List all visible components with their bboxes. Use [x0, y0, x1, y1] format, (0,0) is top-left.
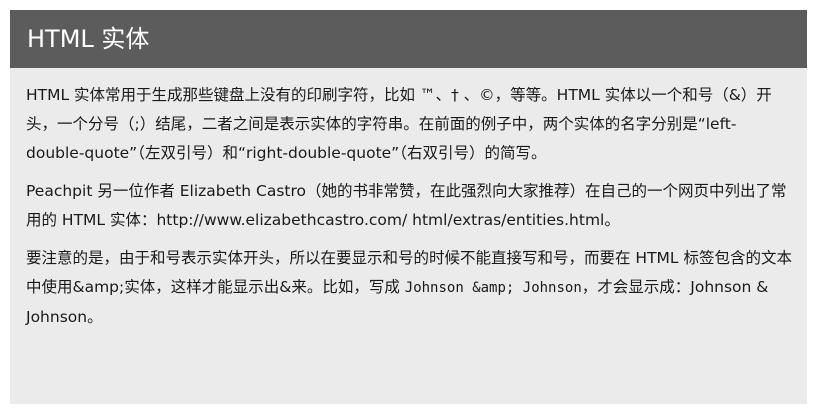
info-box: HTML 实体 HTML 实体常用于生成那些键盘上没有的印刷字符，比如 ™、† …	[10, 10, 807, 404]
box-title: HTML 实体	[10, 10, 807, 68]
box-body: HTML 实体常用于生成那些键盘上没有的印刷字符，比如 ™、† 、©，等等。HT…	[10, 68, 794, 332]
paragraph-entities-reference: Peachpit 另一位作者 Elizabeth Castro（她的书非常赞，在…	[26, 182, 787, 229]
paragraph-ampersand-note: 要注意的是，由于和号表示实体开头，所以在要显示和号的时候不能直接写和号，而要在 …	[26, 244, 794, 332]
code-sample: Johnson &amp; Johnson	[404, 280, 582, 296]
paragraph-entities-intro: HTML 实体常用于生成那些键盘上没有的印刷字符，比如 ™、† 、©，等等。HT…	[26, 86, 772, 162]
